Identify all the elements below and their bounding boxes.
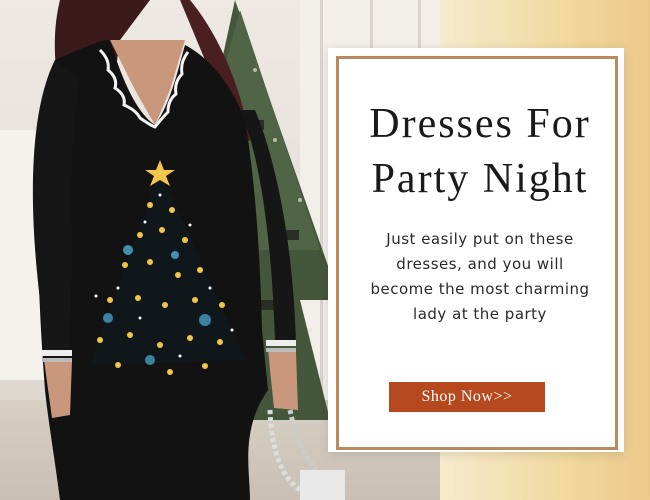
promo-banner[interactable]: Dresses For Party Night Just easily put … [0, 0, 650, 500]
card-frame: Dresses For Party Night Just easily put … [336, 56, 618, 450]
promo-description: Just easily put on these dresses, and yo… [359, 227, 601, 327]
promo-title-line: Party Night [371, 156, 589, 202]
promo-title-line: Dresses For [369, 101, 591, 147]
promo-description-line: become the most charming [370, 280, 590, 298]
promo-description-line: dresses, and you will [396, 255, 564, 273]
promo-card: Dresses For Party Night Just easily put … [328, 48, 624, 452]
promo-description-line: Just easily put on these [386, 230, 574, 248]
shop-now-button[interactable]: Shop Now>> [389, 382, 545, 412]
promo-description-line: lady at the party [413, 305, 547, 323]
promo-title: Dresses For Party Night [339, 97, 621, 207]
